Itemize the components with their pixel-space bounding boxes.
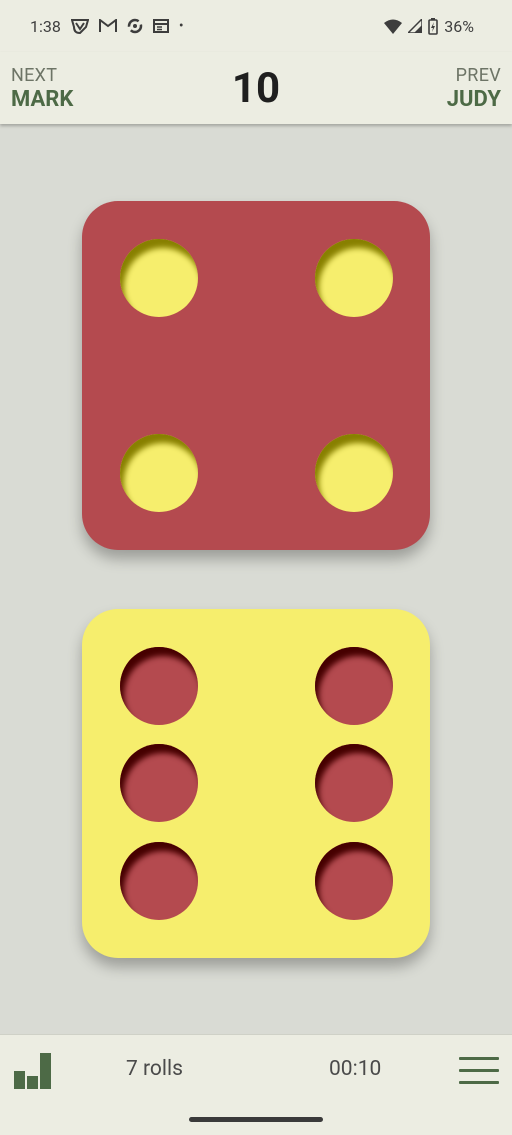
pip [120,239,198,317]
signal-icon [408,19,423,33]
red-die[interactable] [82,201,430,550]
pip [315,239,393,317]
yellow-die[interactable] [82,609,430,958]
bottom-bar: 7 rolls 00:10 [0,1034,512,1135]
game-timer: 00:10 [329,1057,382,1081]
battery-percent: 36% [444,16,474,36]
shield-v-icon [70,18,89,34]
menu-button[interactable] [459,1055,499,1087]
pip [315,647,393,725]
wifi-icon [384,19,403,34]
gesture-handle[interactable] [189,1117,323,1122]
pip [315,842,393,920]
status-right: 36% [384,17,474,36]
calendar-icon [152,19,169,33]
bar-chart-icon [14,1053,51,1089]
pip [315,434,393,512]
pip [120,744,198,822]
gmail-icon [98,19,117,33]
status-bar: 1:38 • 36% [0,0,512,52]
battery-icon [428,17,439,35]
roll-total: 10 [231,64,281,113]
prev-caption: PREV [455,65,501,86]
status-left: 1:38 • [30,17,184,36]
pip [315,744,393,822]
notification-dot-icon: • [178,18,184,34]
pip [120,434,198,512]
pip [120,842,198,920]
status-time: 1:38 [30,16,61,36]
stats-button[interactable] [14,1053,54,1089]
sync-icon [127,18,143,34]
roll-count: 7 rolls [126,1057,183,1081]
game-header: NEXT MARK 10 PREV JUDY [0,52,512,124]
prev-player-name: JUDY [446,87,501,112]
prev-player: PREV JUDY [447,66,501,113]
pip [120,647,198,725]
hamburger-menu-icon [459,1055,499,1087]
